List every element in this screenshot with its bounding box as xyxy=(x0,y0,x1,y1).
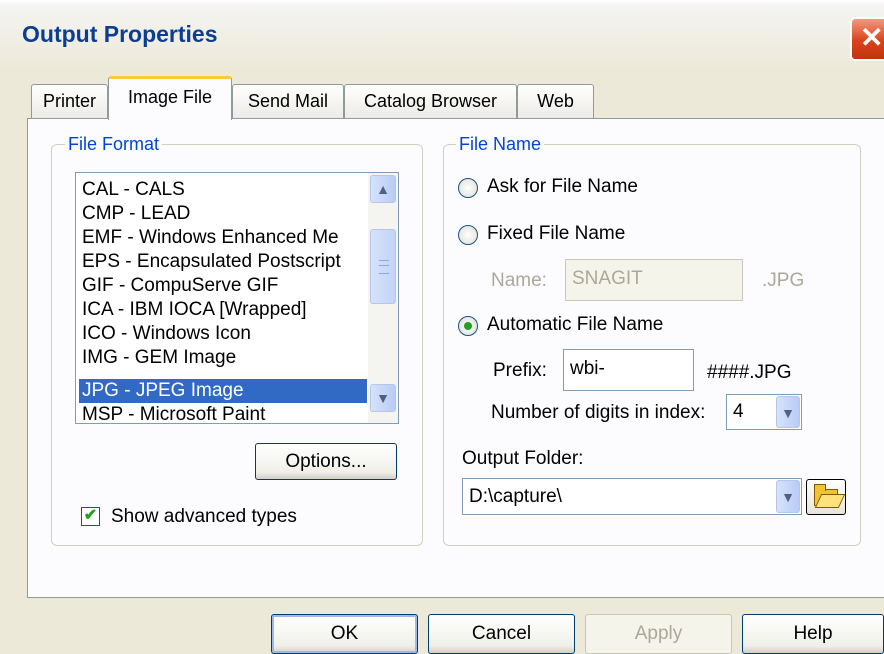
list-item[interactable]: CAL - CALS xyxy=(82,178,370,202)
name-label: Name: xyxy=(491,270,547,291)
list-item-selected[interactable]: JPG - JPEG Image xyxy=(79,379,367,403)
tab-printer[interactable]: Printer xyxy=(31,84,108,118)
checkmark-icon: ✔ xyxy=(83,507,98,524)
show-advanced-label: Show advanced types xyxy=(111,506,297,527)
list-item[interactable]: CMP - LEAD xyxy=(82,202,370,226)
file-format-list[interactable]: CAL - CALS CMP - LEAD EMF - Windows Enha… xyxy=(75,172,399,424)
digits-label: Number of digits in index: xyxy=(491,402,706,423)
digits-select[interactable]: 4 ▼ xyxy=(726,394,802,430)
file-format-legend: File Format xyxy=(65,134,163,155)
prefix-suffix: ####.JPG xyxy=(707,362,792,383)
scroll-up-button[interactable]: ▲ xyxy=(370,175,396,203)
tab-image-file[interactable]: Image File xyxy=(108,76,232,120)
close-icon: ✕ xyxy=(860,22,884,53)
chevron-down-icon: ▼ xyxy=(376,390,390,406)
cancel-button[interactable]: Cancel xyxy=(428,614,575,654)
scroll-down-button[interactable]: ▼ xyxy=(370,384,396,412)
tab-catalog-browser[interactable]: Catalog Browser xyxy=(344,84,517,118)
list-item[interactable]: GIF - CompuServe GIF xyxy=(82,274,370,298)
options-button[interactable]: Options... xyxy=(255,443,397,480)
output-folder-value: D:\capture\ xyxy=(469,486,562,507)
browse-folder-button[interactable] xyxy=(806,479,846,515)
automatic-file-name-radio[interactable] xyxy=(458,316,478,336)
list-item[interactable]: EMF - Windows Enhanced Me xyxy=(82,226,370,250)
help-button[interactable]: Help xyxy=(742,614,884,654)
file-name-legend: File Name xyxy=(456,134,545,155)
show-advanced-checkbox[interactable]: ✔ xyxy=(81,507,100,526)
name-extension: .JPG xyxy=(762,270,805,291)
list-item[interactable]: MSP - Microsoft Paint xyxy=(82,403,370,423)
grip-icon xyxy=(379,260,389,274)
list-item[interactable]: ICO - Windows Icon xyxy=(82,322,370,346)
automatic-file-name-label: Automatic File Name xyxy=(487,314,664,335)
chevron-down-icon[interactable]: ▼ xyxy=(776,396,800,428)
prefix-label: Prefix: xyxy=(493,360,547,381)
window-title: Output Properties xyxy=(22,21,218,47)
close-button[interactable]: ✕ xyxy=(850,17,884,61)
output-folder-select[interactable]: D:\capture\ ▼ xyxy=(462,478,802,515)
output-folder-label: Output Folder: xyxy=(462,448,584,469)
scroll-thumb[interactable] xyxy=(370,229,396,304)
fixed-file-name-label: Fixed File Name xyxy=(487,223,626,244)
chevron-up-icon: ▲ xyxy=(376,181,390,197)
ask-file-name-radio[interactable] xyxy=(458,178,478,198)
ok-button[interactable]: OK xyxy=(271,614,418,654)
fixed-file-name-radio[interactable] xyxy=(458,225,478,245)
ask-file-name-label: Ask for File Name xyxy=(487,176,638,197)
fixed-name-input[interactable]: SNAGIT xyxy=(565,259,743,301)
list-item[interactable]: ICA - IBM IOCA [Wrapped] xyxy=(82,298,370,322)
title-bar: Output Properties ✕ xyxy=(0,0,884,70)
list-item[interactable]: IMG - GEM Image xyxy=(82,346,370,370)
apply-button[interactable]: Apply xyxy=(585,614,732,654)
digits-value: 4 xyxy=(733,401,744,422)
folder-open-icon xyxy=(814,484,838,506)
tab-send-mail[interactable]: Send Mail xyxy=(232,84,344,118)
tab-web[interactable]: Web xyxy=(517,84,594,118)
list-item[interactable]: EPS - Encapsulated Postscript xyxy=(82,250,370,274)
prefix-input[interactable]: wbi- xyxy=(563,349,694,391)
list-scrollbar[interactable]: ▲ ▼ xyxy=(368,173,398,423)
chevron-down-icon[interactable]: ▼ xyxy=(776,480,800,513)
